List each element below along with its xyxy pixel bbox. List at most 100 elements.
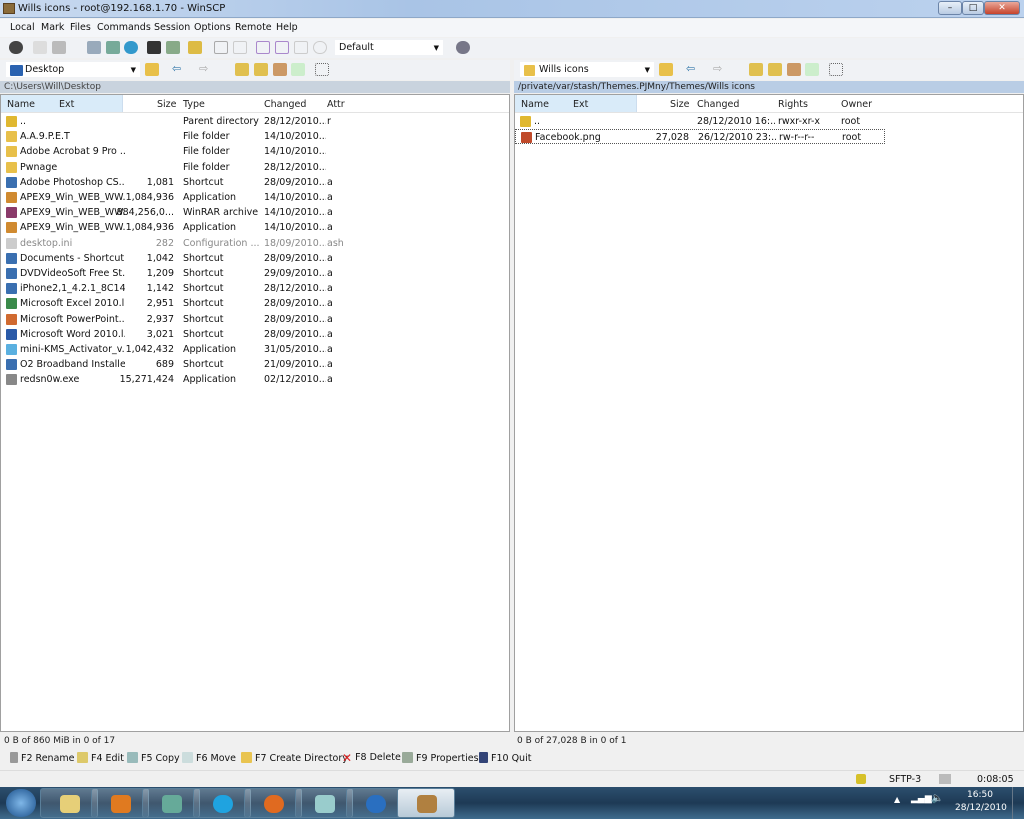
- local-file-list[interactable]: Name Ext Size Type Changed Attr .. Parent…: [0, 94, 510, 732]
- volume-icon[interactable]: 🔈: [931, 793, 943, 804]
- forward-arrow-icon[interactable]: ⇨: [199, 63, 213, 76]
- close-button[interactable]: ✕: [984, 1, 1020, 15]
- back-arrow-icon[interactable]: ⇦: [172, 63, 186, 76]
- open-folder-icon[interactable]: [659, 63, 673, 76]
- menu-remote[interactable]: Remote: [235, 22, 272, 33]
- forward-arrow-icon[interactable]: ⇨: [713, 63, 727, 76]
- refresh-icon[interactable]: [805, 63, 819, 76]
- invert-selection-icon[interactable]: [275, 41, 289, 54]
- clear-selection-icon[interactable]: [294, 41, 308, 54]
- refresh-icon[interactable]: [124, 41, 138, 54]
- file-row[interactable]: iPhone2,1_4.2.1_8C14... 1,142 Shortcut 28/1…: [1, 281, 509, 296]
- file-row[interactable]: Documents - Shortcut... 1,042 Shortcut 28/0…: [1, 251, 509, 266]
- parent-directory-icon[interactable]: [749, 63, 763, 76]
- putty-icon[interactable]: [166, 41, 180, 54]
- menu-commands[interactable]: Commands: [97, 22, 151, 33]
- show-desktop-button[interactable]: [1012, 787, 1024, 819]
- file-row[interactable]: Microsoft PowerPoint... 2,937 Shortcut 28/0…: [1, 312, 509, 327]
- col-size[interactable]: Size: [157, 99, 177, 110]
- root-directory-icon[interactable]: [768, 63, 782, 76]
- menu-files[interactable]: Files: [70, 22, 91, 33]
- create-directory-button[interactable]: F7 Create Directory: [241, 752, 348, 764]
- file-row[interactable]: Facebook.png 27,028 26/12/2010 23:... rw-r-…: [515, 129, 885, 145]
- clock-time[interactable]: 16:50: [967, 790, 993, 800]
- col-name[interactable]: Name: [521, 99, 549, 110]
- file-row[interactable]: APEX9_Win_WEB_WW... 884,256,0... WinRAR ar…: [1, 205, 509, 220]
- col-owner[interactable]: Owner: [841, 99, 872, 110]
- file-row[interactable]: O2 Broadband Installe... 689 Shortcut 21/09…: [1, 357, 509, 372]
- signal-icon[interactable]: ▂▄▆: [911, 794, 932, 804]
- show-hidden-icons-icon[interactable]: ▲: [894, 795, 900, 804]
- preferences-gear-icon[interactable]: [9, 41, 23, 54]
- menu-local[interactable]: Local: [10, 22, 35, 33]
- reload-icon[interactable]: [313, 41, 327, 54]
- file-row[interactable]: Adobe Acrobat 9 Pro ... File folder 14/10/…: [1, 144, 509, 159]
- home-icon[interactable]: [273, 63, 287, 76]
- taskbar-winscp[interactable]: [397, 788, 455, 818]
- col-name[interactable]: Name: [7, 99, 35, 110]
- taskbar-messenger[interactable]: [142, 788, 200, 818]
- taskbar-explorer[interactable]: [40, 788, 98, 818]
- file-row[interactable]: DVDVideoSoft Free St... 1,209 Shortcut 29/0…: [1, 266, 509, 281]
- move-button[interactable]: F6 Move: [182, 752, 236, 764]
- file-row[interactable]: APEX9_Win_WEB_WW... 1,084,936 Application 1…: [1, 220, 509, 235]
- file-row[interactable]: APEX9_Win_WEB_WW... 1,084,936 Application 1…: [1, 190, 509, 205]
- terminal-icon[interactable]: [147, 41, 161, 54]
- minimize-button[interactable]: –: [938, 1, 962, 15]
- col-rights[interactable]: Rights: [778, 99, 808, 110]
- remote-file-list[interactable]: Name Ext Size Changed Rights Owner .. 28/…: [514, 94, 1024, 732]
- properties-button[interactable]: F9 Properties: [402, 752, 479, 764]
- file-row[interactable]: Microsoft Excel 2010.lnk 2,951 Shortcut 28/…: [1, 296, 509, 311]
- file-row[interactable]: Adobe Photoshop CS... 1,081 Shortcut 28/09/…: [1, 175, 509, 190]
- file-row[interactable]: desktop.ini 282 Configuration ... 18/09/201…: [1, 236, 509, 251]
- select-plus-icon[interactable]: [214, 41, 228, 54]
- transfer-profile-select[interactable]: Default ▼: [335, 40, 443, 55]
- taskbar-media-player[interactable]: [91, 788, 149, 818]
- file-row[interactable]: A.A.9.P.E.T File folder 14/10/2010...: [1, 129, 509, 144]
- local-compare-icon[interactable]: [33, 41, 47, 54]
- col-changed[interactable]: Changed: [697, 99, 739, 110]
- quit-button[interactable]: F10 Quit: [479, 752, 531, 764]
- remote-path-bar[interactable]: /private/var/stash/Themes.PJMny/Themes/W…: [514, 81, 1024, 93]
- synchronize-icon[interactable]: [87, 41, 101, 54]
- back-arrow-icon[interactable]: ⇦: [686, 63, 700, 76]
- col-ext[interactable]: Ext: [59, 99, 74, 110]
- file-row[interactable]: Microsoft Word 2010.l... 3,021 Shortcut 28/…: [1, 327, 509, 342]
- taskbar-firefox[interactable]: [244, 788, 302, 818]
- refresh-icon[interactable]: [291, 63, 305, 76]
- file-row[interactable]: .. 28/12/2010 16:... rwxr-xr-x root: [515, 114, 1023, 129]
- start-button[interactable]: [6, 789, 36, 817]
- col-changed[interactable]: Changed: [264, 99, 306, 110]
- transfer-icon[interactable]: [188, 41, 202, 54]
- col-size[interactable]: Size: [670, 99, 690, 110]
- unselect-minus-icon[interactable]: [233, 41, 247, 54]
- taskbar-itunes[interactable]: [346, 788, 404, 818]
- taskbar-skype[interactable]: [193, 788, 251, 818]
- rename-button[interactable]: F2 Rename: [10, 752, 75, 764]
- maximize-button[interactable]: □: [962, 1, 984, 15]
- queue-icon[interactable]: [52, 41, 66, 54]
- clock-date[interactable]: 28/12/2010: [955, 803, 1007, 813]
- menu-mark[interactable]: Mark: [41, 22, 64, 33]
- sessions-globe-icon[interactable]: [456, 41, 470, 54]
- file-row[interactable]: redsn0w.exe 15,271,424 Application 02/12/20…: [1, 372, 509, 387]
- filter-icon[interactable]: [256, 41, 270, 54]
- home-icon[interactable]: [787, 63, 801, 76]
- keep-uptodate-icon[interactable]: [106, 41, 120, 54]
- tree-icon[interactable]: [829, 63, 843, 76]
- winscp-app-icon[interactable]: [3, 3, 15, 14]
- file-row[interactable]: Pwnage File folder 28/12/2010...: [1, 160, 509, 175]
- copy-button[interactable]: F5 Copy: [127, 752, 180, 764]
- col-ext[interactable]: Ext: [573, 99, 588, 110]
- local-location-select[interactable]: Desktop ▼: [6, 62, 140, 77]
- edit-button[interactable]: F4 Edit: [77, 752, 124, 764]
- col-type[interactable]: Type: [183, 99, 205, 110]
- menu-session[interactable]: Session: [154, 22, 190, 33]
- col-attr[interactable]: Attr: [327, 99, 345, 110]
- file-row[interactable]: mini-KMS_Activator_v... 1,042,432 Applicat…: [1, 342, 509, 357]
- local-path-bar[interactable]: C:\Users\Will\Desktop: [0, 81, 510, 93]
- taskbar-notes[interactable]: [295, 788, 353, 818]
- open-folder-icon[interactable]: [145, 63, 159, 76]
- root-directory-icon[interactable]: [254, 63, 268, 76]
- file-row[interactable]: .. Parent directory 28/12/2010... r: [1, 114, 509, 129]
